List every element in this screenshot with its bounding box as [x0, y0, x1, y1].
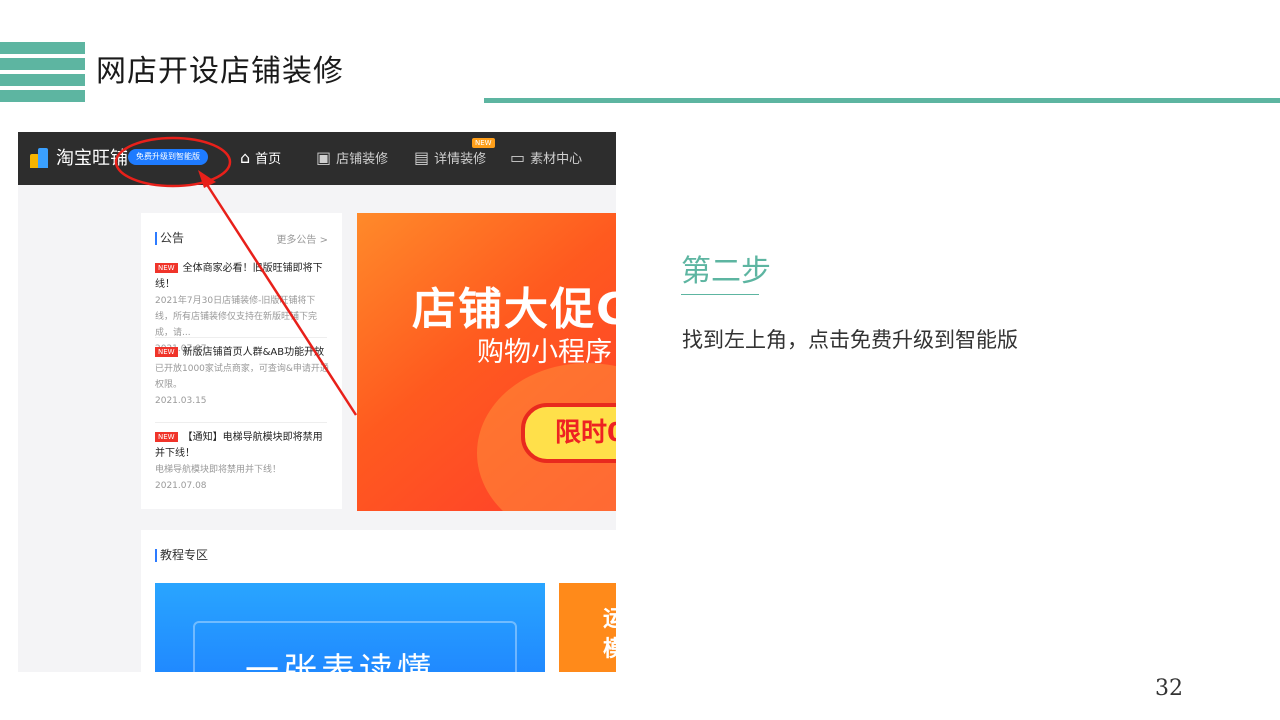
- title-underline: [484, 98, 1280, 103]
- page-number: 32: [1155, 676, 1183, 701]
- pointer-arrow-line: [202, 179, 358, 416]
- step-description: 找到左上角，点击免费升级到智能版: [682, 328, 1018, 352]
- step-title: 第二步: [681, 254, 771, 289]
- header-stripe: [0, 74, 85, 86]
- header-stripe: [0, 90, 85, 102]
- annotation-overlay: [114, 136, 358, 416]
- store-admin-screenshot: 淘宝旺铺 免费升级到智能版 ⌂ 首页 ▣ 店铺装修 ▤ 详情装修 NEW ▭ 素…: [18, 132, 616, 672]
- slide-title: 网店开设店铺装修: [96, 54, 344, 89]
- header-stripe: [0, 42, 85, 54]
- header-stripe: [0, 58, 85, 70]
- highlight-circle: [114, 136, 232, 188]
- step-underline: [681, 294, 759, 295]
